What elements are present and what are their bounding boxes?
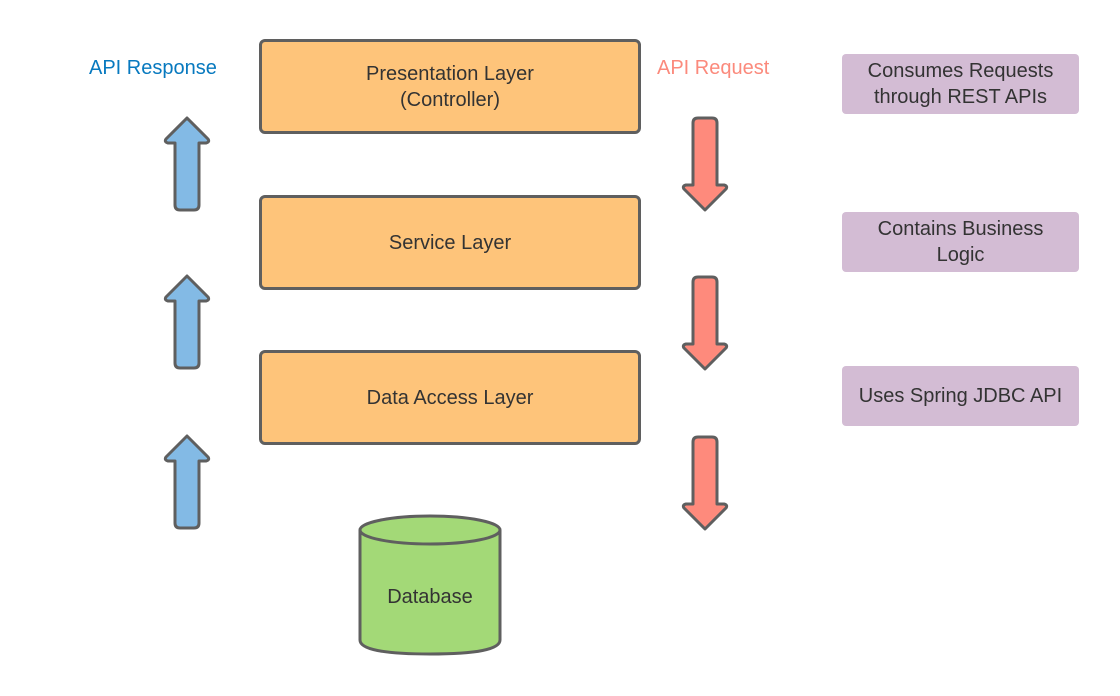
api-request-label: API Request <box>657 57 770 79</box>
note-presentation-label: Consumes Requests through REST APIs <box>867 60 1054 108</box>
database-label: Database <box>387 586 473 608</box>
down-arrow-icon <box>681 435 729 531</box>
note-data-access-label: Uses Spring JDBC API <box>858 385 1063 407</box>
note-service-label: Contains Business Logic <box>877 218 1044 266</box>
note-presentation: Consumes Requests through REST APIs <box>842 54 1079 114</box>
api-response-label: API Response <box>89 57 217 79</box>
presentation-layer-label: Presentation Layer (Controller) <box>366 62 534 111</box>
service-layer-box: Service Layer <box>259 195 641 290</box>
presentation-layer-box: Presentation Layer (Controller) <box>259 39 641 134</box>
data-access-layer-box: Data Access Layer <box>259 350 641 445</box>
down-arrow-icon <box>681 116 729 212</box>
up-arrow-icon <box>163 116 211 212</box>
note-service: Contains Business Logic <box>842 212 1079 272</box>
data-access-layer-label: Data Access Layer <box>366 386 534 409</box>
up-arrow-icon <box>163 274 211 370</box>
note-data-access: Uses Spring JDBC API <box>842 366 1079 426</box>
down-arrow-icon <box>681 275 729 371</box>
up-arrow-icon <box>163 434 211 530</box>
service-layer-label: Service Layer <box>388 231 512 254</box>
